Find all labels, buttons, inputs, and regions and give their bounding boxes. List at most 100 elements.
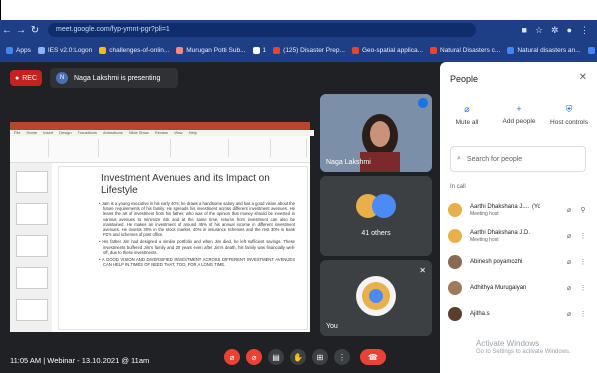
bookmark-icon <box>430 46 437 54</box>
search-placeholder: Search for people <box>466 155 523 163</box>
people-search-input[interactable]: ⌕ Search for people <box>450 146 586 172</box>
panel-title: People <box>450 74 479 84</box>
bookmark-icon <box>351 46 359 54</box>
profile-icon[interactable]: ● <box>567 25 572 36</box>
menu-icon[interactable]: ⋮ <box>580 25 589 36</box>
pin-icon[interactable]: ⚲ <box>576 206 590 214</box>
slide-thumbnail[interactable] <box>16 267 48 289</box>
participant-name-text: Aarthi Dhakshana J.... <box>470 204 530 210</box>
bookmark-icon <box>273 46 281 54</box>
address-bar-row: ← → ↻ meet.google.com/fyp-ymnt-pgr?pli=1… <box>0 20 597 40</box>
in-call-label: In call <box>450 184 466 190</box>
add-people-button[interactable]: + Add people <box>494 104 544 125</box>
mute-all-button[interactable]: ⌀ Mute all <box>442 104 492 126</box>
participant-row[interactable]: Adhithya Murugaiyan ⌀ ⋮ <box>448 276 590 300</box>
camera-toggle-button[interactable]: ⌀ <box>246 349 262 365</box>
bookmark-label: (125) Disaster Prep... <box>283 46 345 54</box>
others-avatars <box>356 194 396 218</box>
participant-info: Ajitha.s <box>470 310 540 318</box>
bookmark-item[interactable]: Geo-spatial applica... <box>351 46 423 54</box>
ribbon-group <box>14 139 49 157</box>
slide-thumbnail[interactable] <box>16 203 48 225</box>
mic-off-icon[interactable]: ⌀ <box>562 258 576 266</box>
clock-time: 11:05 AM <box>10 356 42 365</box>
participant-info: Aarthi Dhakshana J.D. Meeting host <box>470 229 540 243</box>
more-vert-icon[interactable]: ⋮ <box>576 284 590 292</box>
ppt-titlebar <box>10 122 310 130</box>
participant-name: Ajitha.s <box>470 310 540 318</box>
bookmark-item[interactable]: Reading li <box>587 46 597 54</box>
bookmark-item[interactable]: Apps <box>6 46 31 54</box>
bookmark-item[interactable]: Natural Disasters c... <box>430 46 501 54</box>
more-vert-icon[interactable]: ⋮ <box>576 258 590 266</box>
reload-icon[interactable]: ↻ <box>28 25 42 36</box>
screenshot-frame: ← → ↻ meet.google.com/fyp-ymnt-pgr?pli=1… <box>0 0 597 373</box>
bookmark-icon <box>176 46 184 54</box>
participant-role: Meeting host <box>470 237 499 243</box>
bookmark-label: Natural Disasters c... <box>440 46 501 54</box>
bookmark-label: Murugan Potti Sub... <box>186 46 246 54</box>
watermark-line2: Go to Settings to activate Windows. <box>476 349 571 355</box>
mic-off-icon: ⌀ <box>464 104 470 114</box>
shield-icon: ⛨ <box>565 104 573 114</box>
slide-thumbnail[interactable] <box>16 299 48 321</box>
mic-off-icon[interactable]: ⌀ <box>562 232 576 240</box>
shared-screen: File Home Insert Design Transitions Animation… <box>10 122 314 332</box>
slide-body: • Jam is a young executive in his early … <box>99 201 295 269</box>
search-icon: ⌕ <box>457 155 461 162</box>
mic-toggle-button[interactable]: ⌀ <box>224 349 240 365</box>
close-icon[interactable]: ✕ <box>579 72 587 83</box>
presenting-text: Naga Lakshmi is presenting <box>74 74 161 82</box>
host-controls-label: Host controls <box>550 119 588 126</box>
bookmark-icon <box>507 46 515 54</box>
watermark-line1: Activate Windows <box>476 339 540 348</box>
end-call-icon: ☎ <box>368 352 378 362</box>
hand-icon: ✋ <box>293 352 303 362</box>
url-field[interactable]: meet.google.com/fyp-ymnt-pgr?pli=1 <box>48 23 476 37</box>
mic-off-icon[interactable]: ⌀ <box>562 284 576 292</box>
leave-call-button[interactable]: ☎ <box>360 349 386 365</box>
slide-thumbnail[interactable] <box>16 235 48 257</box>
bookmark-icon <box>99 46 107 54</box>
more-vert-icon[interactable]: ⋮ <box>576 310 590 318</box>
camera-icon[interactable]: ■ <box>522 25 527 36</box>
mic-off-icon: ⌀ <box>229 352 235 362</box>
raise-hand-button[interactable]: ✋ <box>290 349 306 365</box>
participant-name-text: Ajitha.s <box>470 311 490 317</box>
more-vert-icon[interactable]: ⋮ <box>576 232 590 240</box>
avatar <box>448 307 462 321</box>
windows-activation-watermark: Activate Windows Go to Settings to activ… <box>476 339 571 357</box>
avatar <box>448 255 462 269</box>
extensions-icon[interactable]: ✲ <box>551 25 559 36</box>
add-people-label: Add people <box>502 118 536 125</box>
record-dot-icon: ● <box>14 74 20 82</box>
captions-button[interactable]: ▤ <box>268 349 284 365</box>
host-controls-button[interactable]: ⛨ Host controls <box>544 104 594 126</box>
back-icon[interactable]: ← <box>0 25 14 36</box>
participant-row[interactable]: Abinesh poyamozhi ⌀ ⋮ <box>448 250 590 274</box>
participant-row[interactable]: Aarthi Dhakshana J.D. Meeting host ⌀ ⋮ <box>448 224 590 248</box>
mic-off-icon: ✕ <box>419 266 426 275</box>
slide-bullet: • His father Jim had designed a similar … <box>99 239 295 255</box>
bookmark-label: IES v2.0:Logon <box>47 46 93 54</box>
more-vert-icon: ⋮ <box>338 352 346 362</box>
bookmark-item[interactable]: IES v2.0:Logon <box>37 46 93 54</box>
participant-name: Adhithya Murugaiyan <box>470 284 540 292</box>
participant-row[interactable]: Ajitha.s ⌀ ⋮ <box>448 302 590 326</box>
bookmark-item[interactable]: Murugan Potti Sub... <box>176 46 246 54</box>
slide-bullet: • Jam is a young executive in his early … <box>99 201 295 238</box>
bookmark-item[interactable]: 1 <box>252 46 266 54</box>
present-button[interactable]: ⊞ <box>312 349 328 365</box>
participant-row[interactable]: Aarthi Dhakshana J....(You)Meeting host⌀… <box>448 198 590 222</box>
bookmark-item[interactable]: (125) Disaster Prep... <box>273 46 345 54</box>
mic-off-icon[interactable]: ⌀ <box>562 206 576 214</box>
star-icon[interactable]: ☆ <box>535 25 543 36</box>
more-options-button[interactable]: ⋮ <box>334 349 350 365</box>
add-person-icon: + <box>516 104 522 114</box>
participant-name-text: Aarthi Dhakshana J.D. <box>470 230 531 236</box>
bookmark-item[interactable]: challenges-of-onlin... <box>99 46 169 54</box>
bookmark-item[interactable]: Natural disasters an... <box>507 46 581 54</box>
slide-thumbnail[interactable] <box>16 171 48 193</box>
mic-off-icon[interactable]: ⌀ <box>562 310 576 318</box>
forward-icon[interactable]: → <box>14 25 28 36</box>
